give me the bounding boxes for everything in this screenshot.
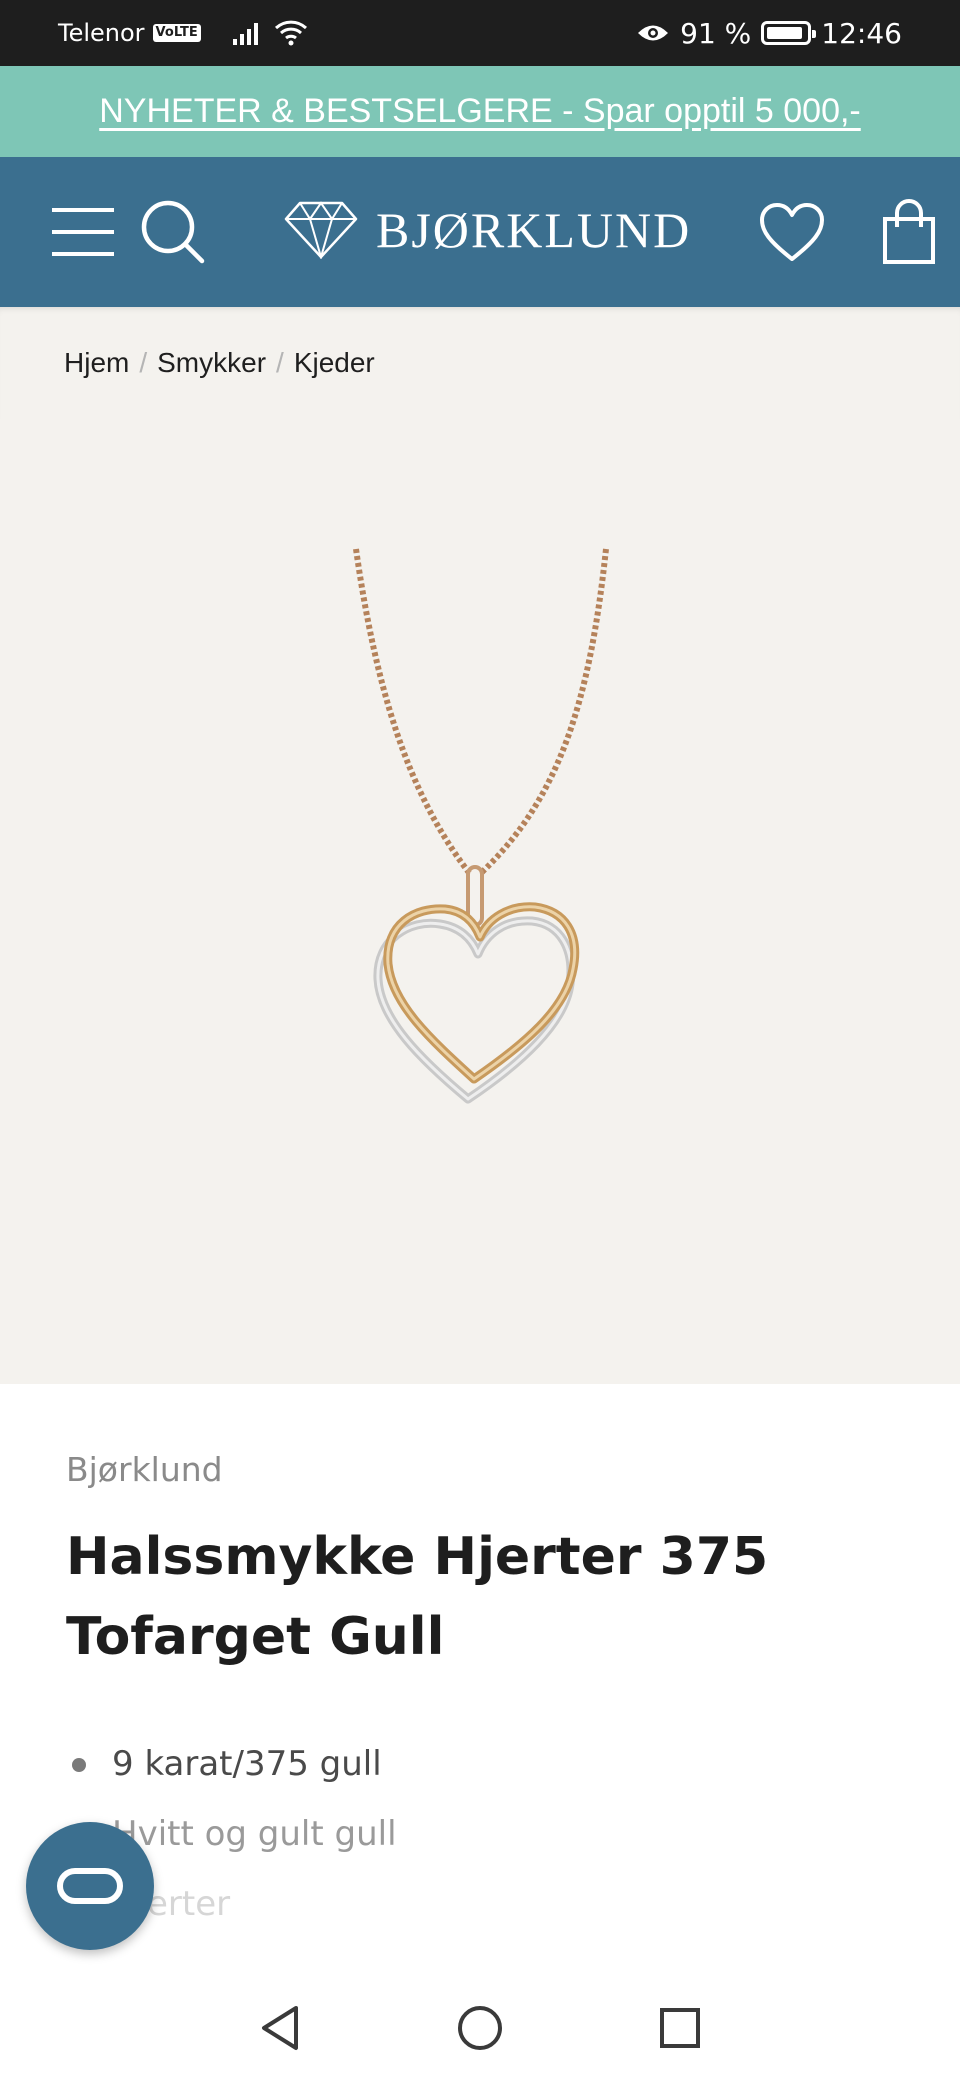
search-icon	[141, 200, 205, 264]
promo-banner: NYHETER & BESTSELGERE - Spar opptil 5 00…	[0, 66, 960, 157]
breadcrumb-kjeder[interactable]: Kjeder	[294, 347, 375, 379]
product-title: Halssmykke Hjerter 375 Tofarget Gull	[66, 1517, 906, 1677]
breadcrumb-separator: /	[276, 347, 284, 378]
cart-button[interactable]	[878, 197, 940, 267]
system-nav-bar	[0, 1975, 960, 2080]
product-brand[interactable]: Bjørklund	[66, 1450, 906, 1489]
status-bar: Telenor VoLTE 91 % 12:46	[0, 0, 960, 66]
menu-icon	[52, 208, 114, 256]
product-title-line1: Halssmykke Hjerter 375	[66, 1527, 769, 1587]
battery-icon	[761, 21, 817, 45]
feature-item: Hvitt og gult gull	[66, 1799, 906, 1869]
breadcrumb-separator: /	[139, 347, 148, 378]
diamond-icon	[284, 201, 358, 259]
battery-percent: 91 %	[680, 16, 752, 50]
site-logo[interactable]: BJØRKLUND	[284, 201, 691, 259]
site-header: BJØRKLUND	[0, 157, 960, 307]
feature-item: Hjerter	[66, 1869, 906, 1939]
chat-button[interactable]	[26, 1822, 154, 1950]
carrier-name: Telenor	[58, 19, 145, 47]
back-icon	[262, 2005, 298, 2050]
promo-link[interactable]: NYHETER & BESTSELGERE - Spar opptil 5 00…	[99, 92, 861, 131]
clock: 12:46	[821, 16, 902, 50]
breadcrumb-smykker[interactable]: Smykker	[157, 347, 266, 379]
feature-item: 9 karat/375 gull	[66, 1729, 906, 1799]
nav-back-button[interactable]	[250, 1998, 310, 2058]
product-image[interactable]	[0, 419, 960, 1384]
heart-icon	[760, 203, 824, 261]
menu-button[interactable]	[50, 201, 116, 263]
shopping-bag-icon	[883, 199, 935, 264]
status-right: 91 % 12:46	[636, 17, 902, 50]
eye-icon	[636, 22, 670, 44]
heart-pendant-necklace-image	[353, 548, 609, 1104]
breadcrumb: Hjem / Smykker / Kjeder	[0, 307, 960, 419]
product-title-line2: Tofarget Gull	[66, 1607, 445, 1667]
nav-recents-button[interactable]	[650, 1998, 710, 2058]
status-left: Telenor VoLTE	[58, 19, 308, 47]
home-icon	[458, 2005, 502, 2050]
product-info: Bjørklund Halssmykke Hjerter 375 Tofarge…	[66, 1450, 906, 1939]
logo-text: BJØRKLUND	[376, 202, 692, 258]
product-features: 9 karat/375 gull Hvitt og gult gull Hjer…	[66, 1729, 906, 1939]
search-button[interactable]	[138, 197, 208, 267]
breadcrumb-home[interactable]: Hjem	[64, 347, 129, 379]
nav-home-button[interactable]	[450, 1998, 510, 2058]
volte-badge: VoLTE	[152, 24, 201, 42]
chat-icon	[57, 1868, 123, 1904]
recents-icon	[660, 2007, 700, 2048]
wifi-icon	[274, 20, 308, 46]
wishlist-button[interactable]	[756, 201, 828, 265]
signal-icon	[232, 21, 258, 45]
battery-fill	[767, 27, 802, 39]
